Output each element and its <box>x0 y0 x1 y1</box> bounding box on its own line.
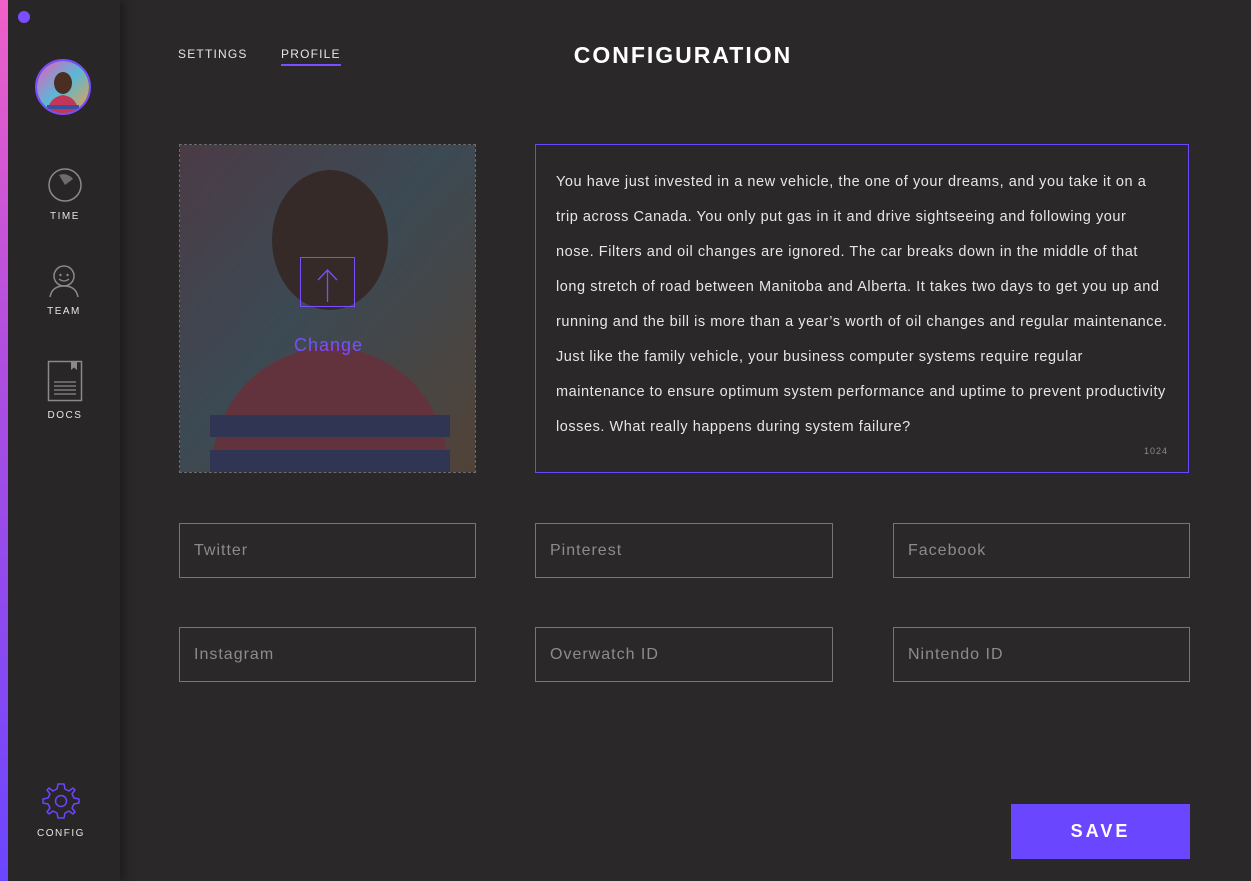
sidebar-accent-bar <box>0 0 8 881</box>
user-icon <box>49 265 79 298</box>
facebook-field[interactable] <box>893 523 1190 578</box>
bio-text[interactable]: You have just invested in a new vehicle,… <box>556 165 1168 445</box>
tab-settings[interactable]: SETTINGS <box>178 47 248 61</box>
profile-photo-dropzone[interactable]: Change <box>179 144 476 473</box>
nintendo-id-field[interactable] <box>893 627 1190 682</box>
status-dot <box>18 11 30 23</box>
bio-textarea[interactable]: You have just invested in a new vehicle,… <box>535 144 1189 473</box>
sidebar-item-docs[interactable]: DOCS <box>35 360 95 421</box>
save-button[interactable]: SAVE <box>1011 804 1190 859</box>
sidebar: TIME TEAM DOCS CONFIG <box>0 0 120 881</box>
upload-button[interactable] <box>300 257 355 307</box>
overwatch-id-field[interactable] <box>535 627 833 682</box>
pinterest-field[interactable] <box>535 523 833 578</box>
sidebar-item-team[interactable]: TEAM <box>34 262 94 317</box>
sidebar-item-config[interactable]: CONFIG <box>31 782 91 839</box>
gear-icon <box>42 783 80 819</box>
sidebar-item-label: TIME <box>50 211 80 222</box>
char-count: 1024 <box>1143 446 1168 456</box>
sidebar-item-label: DOCS <box>47 410 83 421</box>
document-icon <box>47 360 83 402</box>
change-photo-link[interactable]: Change <box>180 335 475 356</box>
instagram-field[interactable] <box>179 627 476 682</box>
timer-icon <box>48 168 82 202</box>
twitter-field[interactable] <box>179 523 476 578</box>
photo-overlay <box>180 145 475 472</box>
sidebar-item-label: TEAM <box>47 306 81 317</box>
upload-arrow-icon <box>317 269 338 302</box>
sidebar-item-time[interactable]: TIME <box>35 167 95 222</box>
page-title: CONFIGURATION <box>573 42 793 68</box>
tab-profile[interactable]: PROFILE <box>281 47 341 66</box>
sidebar-item-label: CONFIG <box>37 828 85 839</box>
avatar[interactable] <box>35 59 91 115</box>
